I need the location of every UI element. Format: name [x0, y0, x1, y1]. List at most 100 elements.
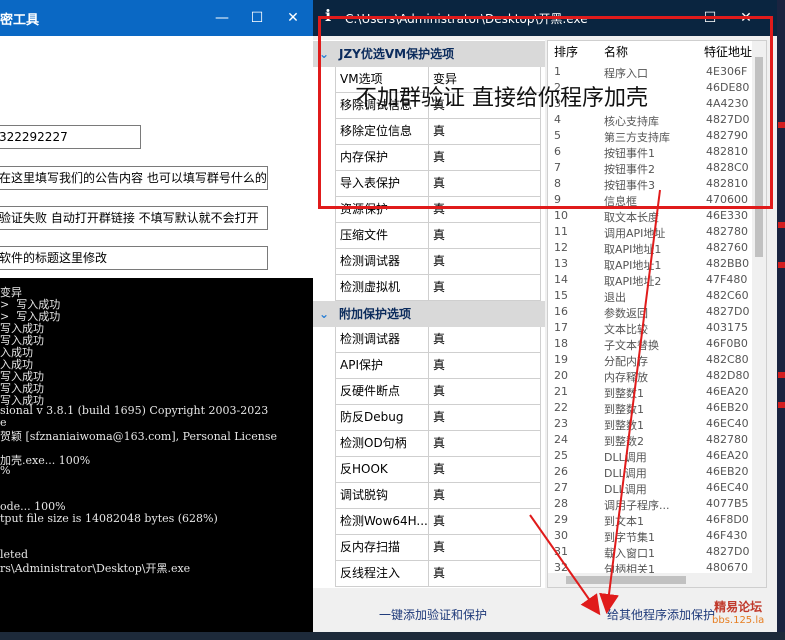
list-cell-address: 4077B5	[706, 497, 749, 510]
chevron-down-icon[interactable]: ⌄	[319, 301, 329, 327]
list-cell-name: 文本比较	[604, 323, 648, 336]
list-cell-address: 482780	[706, 433, 748, 446]
software-title-input[interactable]: 软件的标题这里修改	[0, 246, 268, 270]
list-item[interactable]: 28 调用子程序... 4077B5	[548, 497, 752, 513]
close-button[interactable]: ✕	[276, 0, 310, 36]
option-name: 调试脱钩	[335, 483, 429, 509]
list-cell-name: 内存释放	[604, 371, 648, 384]
option-name: 防反Debug	[335, 405, 429, 431]
option-row[interactable]: 反线程注入真	[313, 561, 545, 587]
add-verify-and-protect-button[interactable]: 一键添加验证和保护	[379, 606, 487, 623]
list-cell-address: 482C80	[706, 353, 749, 366]
option-row[interactable]: 反内存扫描真	[313, 535, 545, 561]
list-item[interactable]: 27 DLL调用 46EC40	[548, 481, 752, 497]
list-cell-order: 17	[554, 321, 568, 334]
maximize-button[interactable]: ☐	[240, 0, 274, 36]
minimize-button[interactable]: —	[205, 0, 239, 36]
highlight-box	[318, 16, 773, 209]
list-item[interactable]: 21 到整数1 46EA20	[548, 385, 752, 401]
list-cell-name: DLL调用	[604, 483, 647, 496]
list-cell-name: 到整数1	[604, 387, 644, 400]
option-row[interactable]: 检测Wow64H... 真	[313, 509, 545, 535]
option-value[interactable]: 真	[429, 405, 541, 431]
option-row[interactable]: 检测调试器真	[313, 327, 545, 353]
option-row[interactable]: 反HOOK 真	[313, 457, 545, 483]
left-window-title: 密工具	[0, 13, 40, 28]
list-cell-order: 24	[554, 433, 568, 446]
watermark-url: bbs.125.la	[712, 615, 765, 626]
option-value[interactable]: 真	[429, 379, 541, 405]
option-name: 压缩文件	[335, 223, 429, 249]
list-cell-order: 25	[554, 449, 568, 462]
list-cell-address: 482D80	[706, 369, 750, 382]
option-value[interactable]: 真	[429, 327, 541, 353]
option-value[interactable]: 真	[429, 457, 541, 483]
forum-watermark: 精易论坛 bbs.125.la	[712, 600, 764, 628]
option-name: 反HOOK	[335, 457, 429, 483]
group-link-input[interactable]: 验证失败 自动打开群链接 不填写默认就不会打开	[0, 206, 268, 230]
option-row[interactable]: 调试脱钩真	[313, 483, 545, 509]
list-item[interactable]: 15 退出 482C60	[548, 289, 752, 305]
horizontal-scrollbar[interactable]	[548, 573, 752, 587]
option-value[interactable]: 真	[429, 275, 541, 301]
list-item[interactable]: 18 子文本替换 46F0B0	[548, 337, 752, 353]
horizontal-scroll-thumb[interactable]	[566, 576, 686, 584]
option-value[interactable]: 真	[429, 535, 541, 561]
strip-mark	[778, 402, 785, 408]
list-cell-order: 29	[554, 513, 568, 526]
list-item[interactable]: 16 参数返回 4827D0	[548, 305, 752, 321]
option-row[interactable]: 防反Debug 真	[313, 405, 545, 431]
list-item[interactable]: 17 文本比较 403175	[548, 321, 752, 337]
option-row[interactable]: 检测虚拟机真	[313, 275, 545, 301]
list-item[interactable]: 23 到整数1 46EC40	[548, 417, 752, 433]
option-row[interactable]: API保护真	[313, 353, 545, 379]
log-console: 变异 > 写入成功 > 写入成功 写入成功 写入成功 入成功 入成功 写入成功 写入成功 写入成功…	[0, 280, 313, 632]
bottom-action-bar: 一键添加验证和保护 给其他程序添加保护	[313, 588, 777, 632]
group-number-input[interactable]: 322292227	[0, 125, 141, 149]
list-item[interactable]: 22 到整数1 46EB20	[548, 401, 752, 417]
list-item[interactable]: 26 DLL调用 46EB20	[548, 465, 752, 481]
option-value[interactable]: 真	[429, 249, 541, 275]
protect-other-program-button[interactable]: 给其他程序添加保护	[607, 606, 715, 623]
list-item[interactable]: 11 调用API地址 482780	[548, 225, 752, 241]
list-item[interactable]: 12 取API地址1 482760	[548, 241, 752, 257]
option-group-header[interactable]: ⌄ 附加保护选项	[313, 301, 545, 327]
list-cell-order: 15	[554, 289, 568, 302]
list-item[interactable]: 31 载入窗口1 4827D0	[548, 545, 752, 561]
announcement-input[interactable]: 在这里填写我们的公告内容 也可以填写群号什么的	[0, 166, 268, 190]
list-cell-order: 16	[554, 305, 568, 318]
list-item[interactable]: 24 到整数2 482780	[548, 433, 752, 449]
list-cell-order: 26	[554, 465, 568, 478]
list-item[interactable]: 30 到字节集1 46F430	[548, 529, 752, 545]
option-value[interactable]: 真	[429, 483, 541, 509]
option-value[interactable]: 真	[429, 223, 541, 249]
list-cell-name: 子文本替换	[604, 339, 659, 352]
option-value[interactable]: 真	[429, 353, 541, 379]
option-name: 检测调试器	[335, 249, 429, 275]
option-row[interactable]: 检测调试器真	[313, 249, 545, 275]
list-cell-address: 482C60	[706, 289, 749, 302]
list-item[interactable]: 29 到文本1 46F8D0	[548, 513, 752, 529]
list-cell-address: 46EA20	[706, 385, 749, 398]
list-cell-address: 46F0B0	[706, 337, 748, 350]
option-name: 检测调试器	[335, 327, 429, 353]
list-item[interactable]: 10 取文本长度 46E330	[548, 209, 752, 225]
console-line: sional v 3.8.1 (build 1695) Copyright 20…	[0, 404, 269, 417]
list-item[interactable]: 20 内存释放 482D80	[548, 369, 752, 385]
list-cell-address: 46F8D0	[706, 513, 749, 526]
option-row[interactable]: 检测OD句柄真	[313, 431, 545, 457]
annotation-text: 不加群验证 直接给你程序加壳	[355, 86, 648, 111]
option-row[interactable]: 压缩文件真	[313, 223, 545, 249]
option-value[interactable]: 真	[429, 431, 541, 457]
option-row[interactable]: 反硬件断点真	[313, 379, 545, 405]
list-item[interactable]: 14 取API地址2 47F480	[548, 273, 752, 289]
option-value[interactable]: 真	[429, 509, 541, 535]
list-item[interactable]: 13 取API地址1 482BB0	[548, 257, 752, 273]
list-item[interactable]: 19 分配内存 482C80	[548, 353, 752, 369]
list-cell-name: 取API地址2	[604, 275, 662, 288]
list-item[interactable]: 25 DLL调用 46EA20	[548, 449, 752, 465]
encrypt-tool-window: 密工具 — ☐ ✕ 322292227 在这里填写我们的公告内容 也可以填写群号…	[0, 0, 313, 632]
option-value[interactable]: 真	[429, 561, 541, 587]
left-titlebar[interactable]: 密工具 — ☐ ✕	[0, 0, 313, 36]
list-cell-name: 取API地址1	[604, 259, 662, 272]
